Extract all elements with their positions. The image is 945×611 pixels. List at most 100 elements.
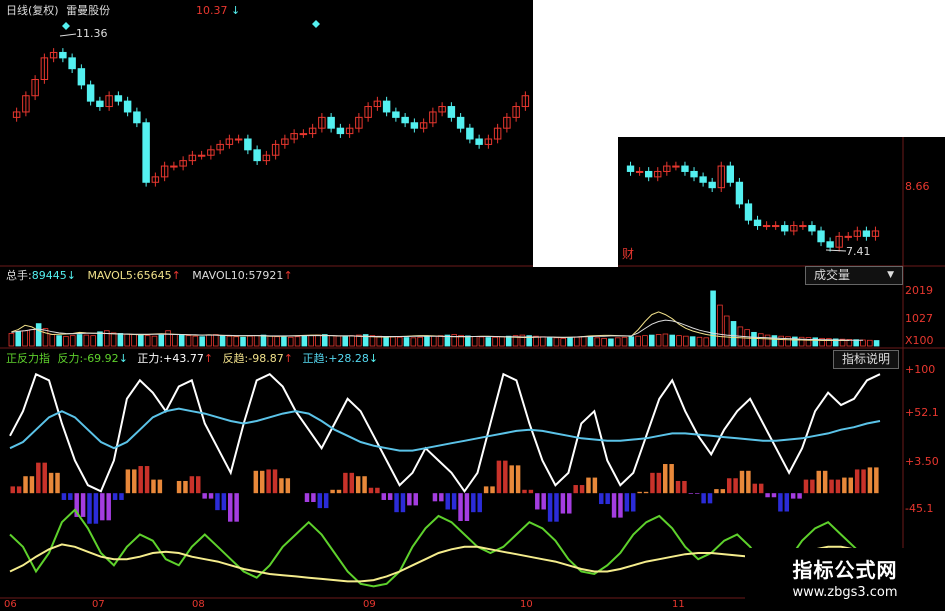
volume-bar — [403, 337, 410, 347]
indicator-name[interactable]: 正反力指 — [6, 352, 50, 365]
indicator-bar — [285, 478, 291, 494]
indicator-bar — [317, 493, 323, 509]
candle — [77, 68, 86, 86]
volume-bar — [158, 334, 165, 347]
candle — [826, 241, 834, 248]
indicator-bar — [778, 493, 783, 512]
indicator-bar — [112, 493, 118, 500]
indicator-bar — [221, 493, 227, 511]
candle — [475, 138, 483, 145]
indicator-bar — [656, 472, 662, 494]
indicator-bar — [413, 493, 418, 506]
indicator-bar — [842, 477, 847, 494]
indicator-bar — [528, 489, 534, 494]
candle — [133, 111, 141, 124]
volume-bar — [287, 336, 294, 347]
volume-bar — [505, 335, 512, 347]
indicator-bar — [694, 493, 700, 494]
volume-bar — [546, 336, 553, 347]
volume-header: 总手:89445↓ MAVOL5:65645↑ MAVOL10:57921↑ — [6, 269, 293, 282]
indicator-bar — [208, 493, 214, 499]
indicator-bar — [643, 491, 649, 494]
volume-bar — [655, 334, 662, 347]
price-header: 日线(复权) 雷曼股份 — [6, 4, 110, 17]
low-marker: 7.41 — [846, 245, 871, 258]
volume-bar — [492, 336, 498, 347]
candle — [844, 235, 852, 238]
price-axis-label: 8.66 — [905, 180, 930, 193]
volume-bar — [206, 334, 212, 347]
indicator-bar — [541, 493, 546, 510]
indicator-bar — [176, 480, 182, 494]
indicator-bar — [432, 493, 438, 502]
indicator-bar — [407, 493, 412, 506]
indicator-bar — [483, 486, 489, 494]
candle — [862, 230, 871, 237]
volume-bar — [56, 335, 62, 347]
x-tick-label: 10 — [520, 599, 533, 610]
volume-bar — [635, 335, 641, 347]
volume-bar — [594, 337, 601, 347]
indicator-bar — [663, 464, 668, 494]
candle — [244, 138, 252, 151]
indicator-bar — [522, 489, 527, 494]
x-tick-label: 08 — [192, 599, 205, 610]
stock-name: 雷曼股份 — [66, 4, 111, 17]
volume-bar — [294, 336, 301, 347]
indicator-axis-label: -45.1 — [905, 502, 934, 515]
indicator-bar — [573, 485, 578, 494]
period-label[interactable]: 日线(复权) — [6, 4, 59, 17]
indicator-bar — [618, 493, 623, 518]
volume-bar — [390, 336, 396, 347]
volume-bar — [49, 334, 56, 347]
candle — [456, 116, 465, 129]
volume-bar — [247, 335, 253, 347]
indicator-bar — [29, 476, 35, 494]
indicator-bar — [228, 493, 233, 522]
indicator-dropdown[interactable]: 成交量 ▼ — [805, 266, 903, 285]
indicator-help-button[interactable]: 指标说明 — [833, 350, 900, 369]
indicator-bar — [349, 472, 355, 494]
indicator-bar — [387, 493, 393, 500]
candle — [96, 100, 104, 108]
indicator-bar — [605, 493, 610, 505]
volume-bar — [601, 337, 607, 347]
indicator-bar — [16, 486, 22, 494]
candle — [681, 165, 689, 172]
indicator-bar — [752, 483, 758, 494]
candle — [382, 100, 391, 113]
indicator-bar — [10, 486, 15, 494]
volume-bar — [703, 337, 710, 347]
volume-bar — [798, 336, 805, 347]
indicator-bar — [477, 493, 482, 513]
candle — [817, 230, 825, 243]
indicator-bar — [707, 493, 713, 504]
indicator-bar — [637, 491, 642, 494]
volume-bar — [117, 333, 124, 347]
down-arrow-icon: ↓ — [66, 269, 76, 282]
volume-bar — [689, 336, 696, 347]
indicator-bar — [100, 493, 105, 521]
down-arrow-icon: ↓ — [368, 352, 379, 365]
indicator-bar — [611, 493, 617, 518]
volume-bar — [696, 336, 703, 347]
volume-bar — [76, 334, 83, 347]
fanli-label: 反力: — [57, 352, 84, 365]
indicator-bar — [189, 476, 195, 494]
stock-chart-window: 日线(复权) 雷曼股份 10.37 ↓ 11.36 7.41 财 8.66 总手… — [0, 0, 945, 610]
indicator-bar — [829, 479, 834, 494]
volume-bar — [42, 328, 49, 347]
indicator-bar — [451, 493, 457, 510]
fanqu-label: 反趋: — [222, 352, 249, 365]
down-arrow-icon: ↓ — [118, 352, 128, 365]
finance-marker[interactable]: 财 — [622, 248, 634, 261]
indicator-bar — [669, 464, 674, 494]
mavol10-label: MAVOL10: — [192, 269, 249, 282]
indicator-bar — [592, 477, 598, 494]
indicator-bar — [560, 493, 566, 514]
up-arrow-icon: ↑ — [171, 269, 181, 282]
total-label: 总手: — [6, 269, 32, 282]
volume-bar — [417, 336, 423, 347]
indicator-bar — [234, 493, 239, 522]
indicator-bar — [272, 469, 278, 494]
